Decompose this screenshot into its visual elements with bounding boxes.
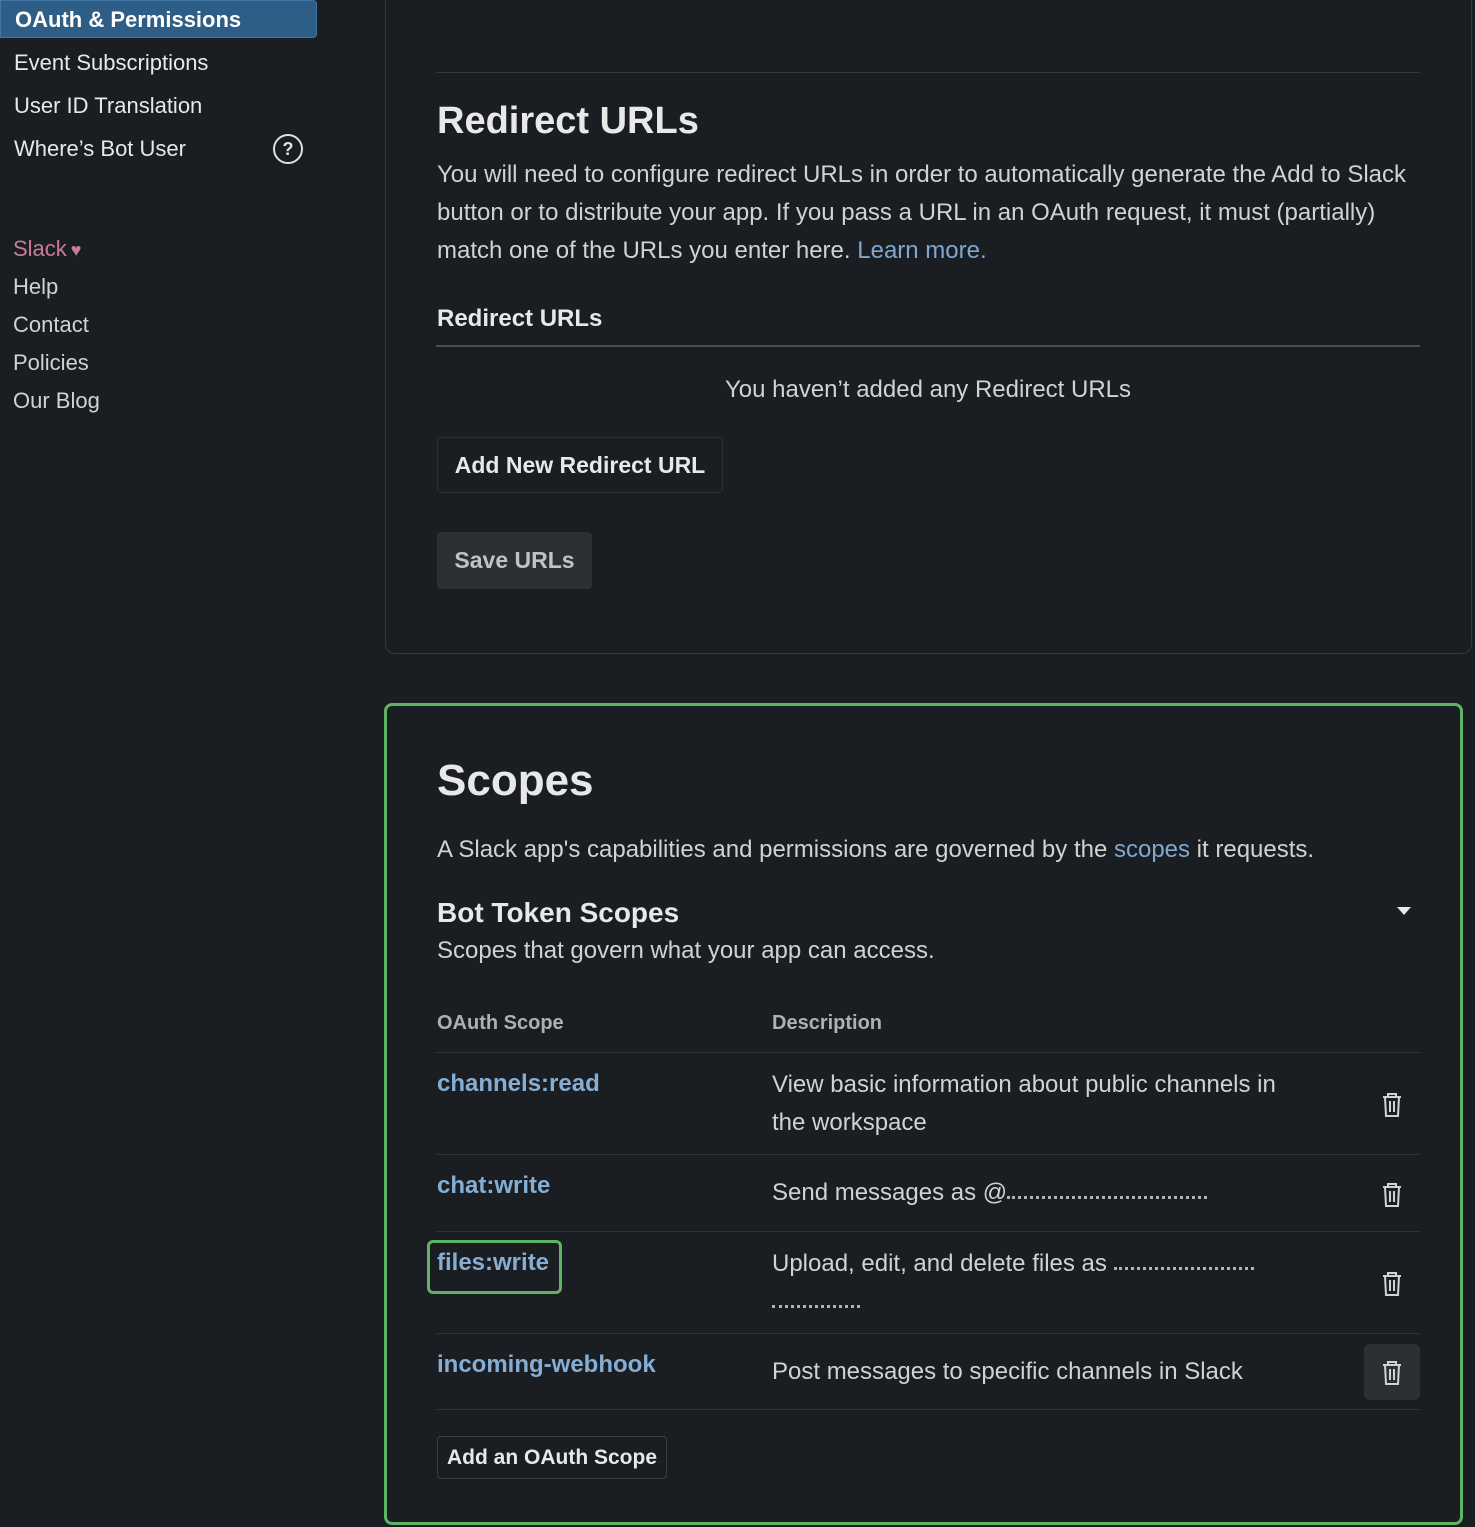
save-urls-button[interactable]: Save URLs <box>437 532 592 589</box>
sidebar-item-user-id-translation[interactable]: User ID Translation <box>0 87 302 125</box>
divider <box>436 1409 1420 1410</box>
trash-icon[interactable] <box>1364 1344 1420 1400</box>
scope-description: Send messages as @ <box>772 1174 1282 1212</box>
scopes-intro-after: it requests. <box>1190 836 1315 863</box>
scope-name-channels-read[interactable]: channels:read <box>437 1070 600 1098</box>
scopes-intro: A Slack app's capabilities and permissio… <box>437 831 1412 869</box>
trash-icon[interactable] <box>1364 1166 1420 1222</box>
column-header-description: Description <box>772 1012 883 1034</box>
sidebar: OAuth & Permissions Event Subscriptions … <box>0 0 340 1527</box>
scopes-intro-before: A Slack app's capabilities and permissio… <box>437 836 1114 863</box>
scope-description-text: Upload, edit, and delete files as <box>772 1250 1107 1277</box>
scope-description: View basic information about public chan… <box>772 1071 1276 1136</box>
scope-description: Post messages to specific channels in Sl… <box>772 1358 1243 1385</box>
redacted-text <box>1007 1188 1208 1200</box>
divider <box>436 1154 1420 1155</box>
redacted-text <box>1113 1259 1254 1271</box>
column-header-oauth-scope: OAuth Scope <box>437 1012 564 1034</box>
trash-icon[interactable] <box>1364 1076 1420 1132</box>
redirect-urls-title: Redirect URLs <box>437 100 699 142</box>
scope-name-chat-write[interactable]: chat:write <box>437 1172 550 1200</box>
divider <box>436 1333 1420 1334</box>
redirect-urls-list-heading: Redirect URLs <box>437 305 603 332</box>
add-new-redirect-url-button[interactable]: Add New Redirect URL <box>437 437 723 493</box>
divider <box>436 345 1420 347</box>
sidebar-item-event-subscriptions[interactable]: Event Subscriptions <box>0 44 302 82</box>
collapse-chevron-icon[interactable] <box>1397 907 1411 915</box>
footer-link-contact[interactable]: Contact <box>13 308 89 342</box>
footer-slack-label: Slack <box>13 236 67 261</box>
scope-description-text: Send messages as @ <box>772 1179 1008 1206</box>
learn-more-link[interactable]: Learn more. <box>857 237 986 264</box>
scope-name-incoming-webhook[interactable]: incoming-webhook <box>437 1351 656 1379</box>
help-icon[interactable]: ? <box>273 134 303 164</box>
scope-description: Upload, edit, and delete files as <box>772 1245 1282 1321</box>
divider <box>436 1231 1420 1232</box>
bot-token-scopes-subtitle: Scopes that govern what your app can acc… <box>437 937 935 964</box>
scopes-link[interactable]: scopes <box>1114 836 1190 863</box>
redirect-urls-empty-message: You haven’t added any Redirect URLs <box>724 376 1132 403</box>
divider <box>436 1052 1420 1053</box>
redacted-text <box>772 1297 860 1309</box>
footer-link-our-blog[interactable]: Our Blog <box>13 384 100 418</box>
scope-name-files-write[interactable]: files:write <box>437 1249 549 1277</box>
scopes-title: Scopes <box>437 756 594 805</box>
sidebar-item-oauth-permissions[interactable]: OAuth & Permissions <box>0 0 317 38</box>
footer-link-help[interactable]: Help <box>13 270 58 304</box>
footer-link-slack[interactable]: Slack ♥ <box>13 232 81 266</box>
divider <box>436 72 1420 73</box>
sidebar-item-wheres-bot-user[interactable]: Where’s Bot User <box>0 130 302 168</box>
redirect-urls-description: You will need to configure redirect URLs… <box>437 156 1412 270</box>
trash-icon[interactable] <box>1364 1255 1420 1311</box>
bot-token-scopes-heading: Bot Token Scopes <box>437 897 680 928</box>
heart-icon: ♥ <box>70 240 82 260</box>
footer-link-policies[interactable]: Policies <box>13 346 89 380</box>
add-oauth-scope-button[interactable]: Add an OAuth Scope <box>437 1436 667 1479</box>
